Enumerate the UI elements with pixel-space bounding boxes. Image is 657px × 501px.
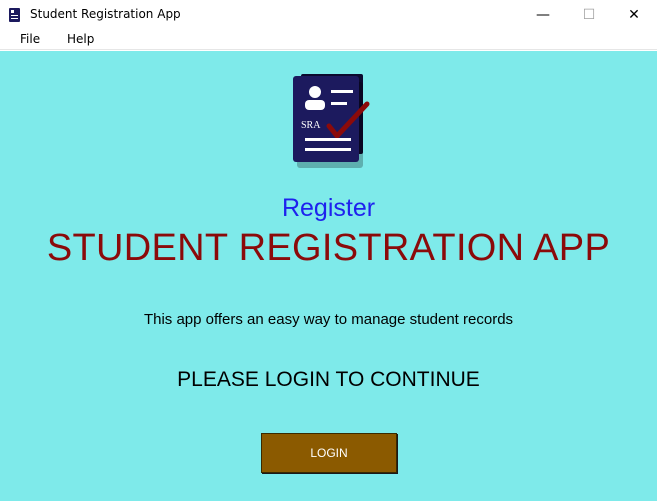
maximize-button[interactable]: ☐	[566, 0, 612, 30]
login-button[interactable]: LOGIN	[261, 433, 397, 473]
menu-bar: File Help	[0, 30, 657, 50]
logo-text: SRA	[301, 120, 321, 131]
app-title: STUDENT REGISTRATION APP	[46, 227, 611, 269]
minimize-button[interactable]: —	[520, 0, 566, 30]
student-id-card-checkmark-icon: SRA	[293, 74, 370, 168]
main-panel: SRA Register STUDENT REGISTRATION APP Th…	[0, 51, 657, 501]
app-description: This app offers an easy way to manage st…	[143, 311, 514, 328]
title-bar: Student Registration App — ☐ ✕	[0, 0, 657, 30]
register-heading: Register	[281, 194, 376, 222]
window-title: Student Registration App	[30, 7, 181, 21]
maximize-icon: ☐	[582, 7, 596, 23]
close-icon: ✕	[628, 7, 640, 23]
menu-help[interactable]: Help	[67, 32, 94, 46]
menu-file[interactable]: File	[20, 32, 40, 46]
login-prompt: PLEASE LOGIN TO CONTINUE	[177, 368, 480, 391]
minimize-icon: —	[536, 7, 550, 23]
close-button[interactable]: ✕	[611, 0, 657, 30]
app-icon	[9, 8, 20, 22]
